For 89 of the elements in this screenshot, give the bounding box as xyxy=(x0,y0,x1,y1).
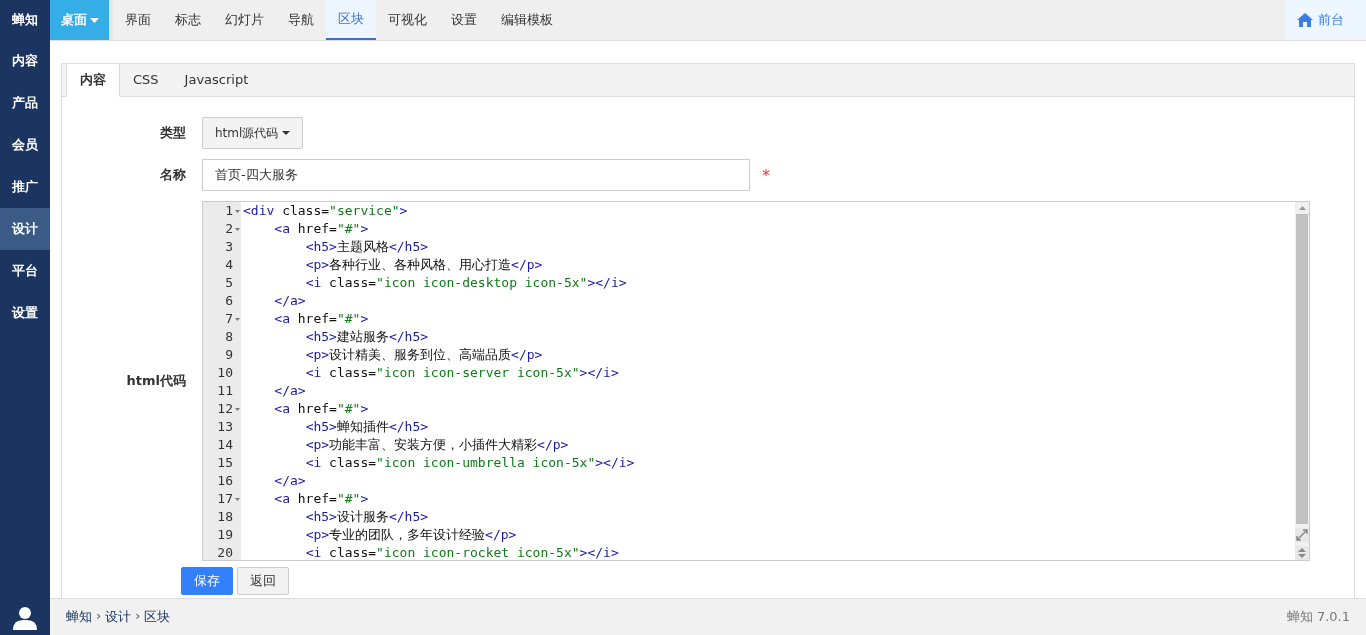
nav-tab[interactable]: 编辑模板 xyxy=(489,0,565,40)
fold-icon[interactable] xyxy=(234,407,240,411)
line-number: 1 xyxy=(225,202,233,220)
caret-icon xyxy=(89,17,99,23)
required-mark: * xyxy=(762,165,770,185)
panel-tab[interactable]: CSS xyxy=(120,64,172,96)
line-number: 9 xyxy=(225,346,233,364)
line-number: 4 xyxy=(225,256,233,274)
line-number: 2 xyxy=(225,220,233,238)
line-number: 13 xyxy=(217,418,233,436)
code-line: <i class="icon icon-desktop icon-5x"></i> xyxy=(304,274,627,292)
breadcrumb-link[interactable]: 区块 xyxy=(144,608,171,626)
frontend-link[interactable]: 前台 xyxy=(1285,0,1366,40)
sidebar-item[interactable]: 设置 xyxy=(0,292,50,334)
breadcrumb-link[interactable]: 蝉知 xyxy=(66,608,92,626)
line-number: 8 xyxy=(225,328,233,346)
line-number: 20 xyxy=(217,544,233,560)
field-label: 名称 xyxy=(159,166,186,184)
breadcrumb-separator: › xyxy=(135,608,141,625)
code-line: <i class="icon icon-server icon-5x"></i> xyxy=(304,364,619,382)
scrollbar-thumb[interactable] xyxy=(1296,214,1308,524)
scroll-up-icon[interactable] xyxy=(1298,206,1306,210)
fold-icon[interactable] xyxy=(234,317,240,321)
breadcrumb-separator: › xyxy=(96,608,102,625)
code-line: </a> xyxy=(273,292,306,310)
nav-tab[interactable]: 导航 xyxy=(276,0,326,40)
code-line: <h5>主题风格</h5> xyxy=(304,238,429,256)
nav-tab[interactable]: 区块 xyxy=(326,0,376,40)
sidebar-item[interactable]: 会员 xyxy=(0,124,50,166)
sidebar-item[interactable]: 产品 xyxy=(0,82,50,124)
line-number: 18 xyxy=(217,508,233,526)
sidebar-item[interactable]: 内容 xyxy=(0,40,50,82)
sidebar-item[interactable]: 平台 xyxy=(0,250,50,292)
breadcrumb-link[interactable]: 设计 xyxy=(105,608,132,626)
code-editor[interactable] xyxy=(202,201,1310,561)
fold-icon[interactable] xyxy=(234,227,240,231)
name-input[interactable]: 首页-四大服务 xyxy=(202,159,750,191)
line-number: 15 xyxy=(217,454,233,472)
form-button[interactable]: 返回 xyxy=(237,567,289,595)
nav-tab[interactable]: 可视化 xyxy=(376,0,439,40)
code-line: <a href="#"> xyxy=(273,310,369,328)
user-icon[interactable] xyxy=(13,605,37,631)
code-line: <div class="service"> xyxy=(242,202,408,220)
code-line: <a href="#"> xyxy=(273,400,369,418)
code-line: <i class="icon icon-rocket icon-5x"></i> xyxy=(304,544,619,560)
home-icon xyxy=(1297,13,1313,27)
code-line: </a> xyxy=(273,382,306,400)
fold-icon[interactable] xyxy=(234,209,240,213)
code-line: <a href="#"> xyxy=(273,220,369,238)
panel-tab[interactable]: 内容 xyxy=(66,63,120,97)
code-line: <h5>蝉知插件</h5> xyxy=(304,418,429,436)
type-dropdown[interactable]: html源代码 xyxy=(202,117,304,149)
nav-tab[interactable]: 幻灯片 xyxy=(213,0,276,40)
code-line: <p>专业的团队，多年设计经验</p> xyxy=(304,526,517,544)
code-line: <p>设计精美、服务到位、高端品质</p> xyxy=(304,346,543,364)
brand-logo[interactable]: 蝉知 xyxy=(0,0,50,40)
line-number: 14 xyxy=(217,436,233,454)
panel-tab[interactable]: Javascript xyxy=(171,64,262,96)
code-line: </a> xyxy=(273,472,306,490)
version-text: 蝉知 7.0.1 xyxy=(1286,608,1350,626)
field-label: 类型 xyxy=(159,124,186,142)
line-number: 12 xyxy=(217,400,233,418)
line-number: 6 xyxy=(225,292,233,310)
code-line: <p>各种行业、各种风格、用心打造</p> xyxy=(304,256,543,274)
field-label: html代码 xyxy=(125,372,186,390)
line-number: 11 xyxy=(217,382,233,400)
line-number: 10 xyxy=(217,364,233,382)
code-line: <i class="icon icon-umbrella icon-5x"></i> xyxy=(304,454,635,472)
fold-icon[interactable] xyxy=(234,497,240,501)
scrollbar[interactable] xyxy=(1295,202,1309,560)
code-line: <h5>设计服务</h5> xyxy=(304,508,429,526)
code-line: <a href="#"> xyxy=(273,490,369,508)
line-number: 3 xyxy=(225,238,233,256)
sidebar-item[interactable]: 设计 xyxy=(0,208,50,250)
nav-tab[interactable]: 标志 xyxy=(163,0,213,40)
expand-icon[interactable] xyxy=(1295,528,1309,542)
line-number: 16 xyxy=(217,472,233,490)
nav-tab[interactable]: 设置 xyxy=(439,0,489,40)
line-number: 19 xyxy=(217,526,233,544)
code-line: <h5>建站服务</h5> xyxy=(304,328,429,346)
line-number: 17 xyxy=(217,490,233,508)
form-button[interactable]: 保存 xyxy=(181,567,233,595)
line-number: 7 xyxy=(225,310,233,328)
nav-tab[interactable]: 界面 xyxy=(113,0,163,40)
resize-icon[interactable] xyxy=(1295,546,1309,560)
line-number: 5 xyxy=(225,274,233,292)
caret-icon xyxy=(282,131,291,135)
sidebar-item[interactable]: 推广 xyxy=(0,166,50,208)
code-line: <p>功能丰富、安装方便，小插件大精彩</p> xyxy=(304,436,569,454)
